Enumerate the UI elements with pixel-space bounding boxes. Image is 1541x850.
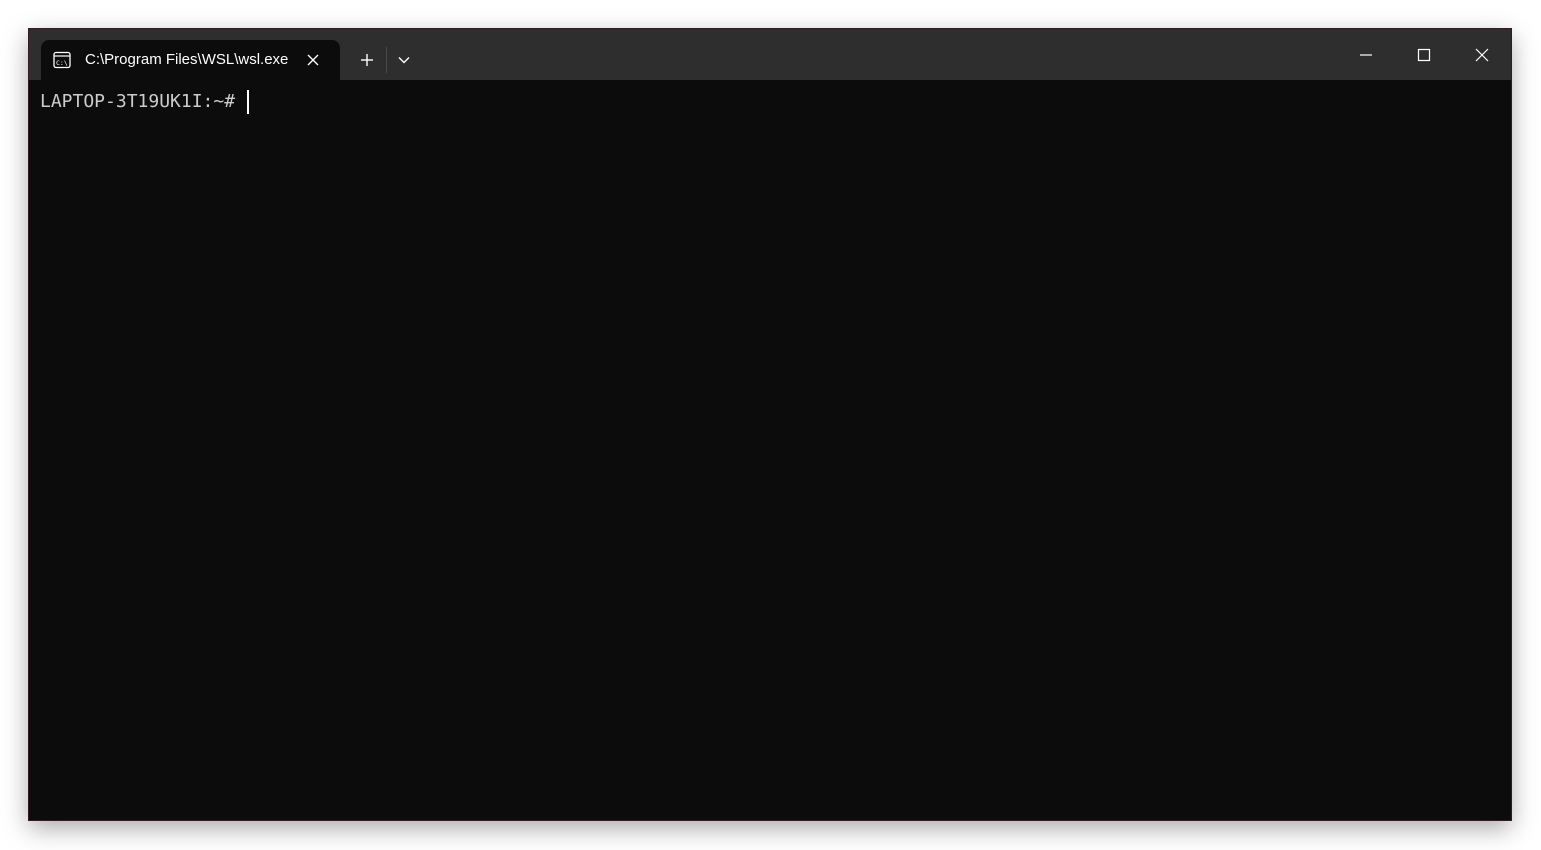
maximize-icon <box>1417 48 1431 61</box>
title-bar[interactable]: C:\ C:\Program Files\WSL\wsl.exe <box>29 29 1511 80</box>
tab-title: C:\Program Files\WSL\wsl.exe <box>85 51 289 68</box>
terminal-window: C:\ C:\Program Files\WSL\wsl.exe LAPTOP-… <box>29 29 1511 820</box>
close-icon <box>307 54 319 66</box>
new-tab-button[interactable] <box>349 45 385 75</box>
maximize-button[interactable] <box>1395 29 1453 80</box>
close-tab-button[interactable] <box>303 50 323 70</box>
profile-dropdown-button[interactable] <box>389 45 419 75</box>
terminal-content[interactable]: LAPTOP-3T19UK1I:~# <box>29 80 1511 820</box>
close-icon <box>1475 48 1489 61</box>
minimize-button[interactable] <box>1337 29 1395 80</box>
chevron-down-icon <box>398 57 410 64</box>
close-window-button[interactable] <box>1453 29 1511 80</box>
plus-icon <box>361 54 373 66</box>
tab-divider <box>386 47 387 73</box>
minimize-icon <box>1360 53 1372 56</box>
terminal-cmd-icon: C:\ <box>53 51 71 69</box>
text-cursor <box>247 90 250 114</box>
shell-prompt: LAPTOP-3T19UK1I:~# <box>40 91 236 112</box>
tab-wsl[interactable]: C:\ C:\Program Files\WSL\wsl.exe <box>41 40 340 80</box>
svg-text:C:\: C:\ <box>56 59 68 67</box>
prompt-line: LAPTOP-3T19UK1I:~# <box>40 90 250 114</box>
